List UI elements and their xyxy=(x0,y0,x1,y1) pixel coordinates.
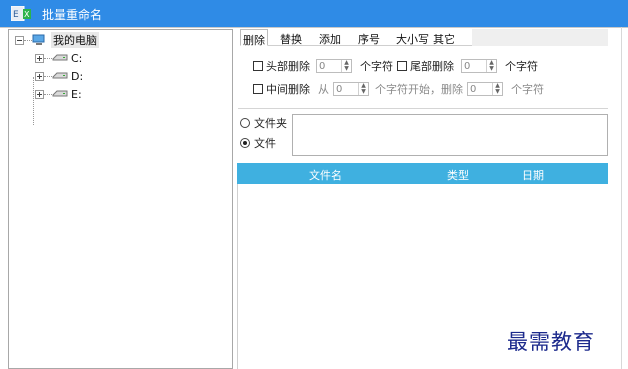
expand-icon[interactable] xyxy=(35,89,44,99)
expand-icon[interactable] xyxy=(35,53,44,63)
drive-icon xyxy=(52,72,68,79)
tree-item-label: 我的电脑 xyxy=(51,32,99,48)
middle-delete-start-text: 个字符开始，删除 xyxy=(375,83,463,96)
tab-delete[interactable]: 删除 xyxy=(240,29,268,47)
folder-radio-label: 文件夹 xyxy=(254,117,287,130)
window-title: 批量重命名 xyxy=(42,8,103,22)
stepper-value: 0 xyxy=(470,83,477,95)
svg-text:X: X xyxy=(24,10,30,19)
tree-item-drive-e[interactable]: E: xyxy=(35,86,82,102)
tree-item-label: D: xyxy=(71,69,84,83)
options-divider xyxy=(238,108,608,109)
tree-item-drive-d[interactable]: D: xyxy=(35,68,83,84)
tail-delete-checkbox[interactable] xyxy=(397,61,407,71)
middle-delete-unit: 个字符 xyxy=(511,83,544,96)
tab-other[interactable]: 其它 xyxy=(433,29,455,46)
column-date[interactable]: 日期 xyxy=(522,167,544,183)
stepper-value: 0 xyxy=(464,60,471,72)
drive-icon xyxy=(52,90,68,97)
file-radio-label: 文件 xyxy=(254,137,276,150)
stepper-arrows-icon[interactable]: ▲ ▼ xyxy=(358,83,368,95)
stepper-value: 0 xyxy=(319,60,326,72)
tree-item-label: C: xyxy=(71,51,83,65)
rename-app-icon: E X xyxy=(11,6,31,21)
column-filename[interactable]: 文件名 xyxy=(309,167,342,183)
tab-replace[interactable]: 替换 xyxy=(280,29,302,46)
computer-icon xyxy=(32,34,45,45)
watermark-text: 最需教育 xyxy=(507,330,595,354)
tail-delete-stepper[interactable]: 0 ▲ ▼ xyxy=(461,59,497,73)
tree-line xyxy=(44,75,52,77)
stepper-arrows-icon[interactable]: ▲ ▼ xyxy=(341,60,351,72)
head-delete-checkbox[interactable] xyxy=(253,61,263,71)
middle-delete-from-label: 从 xyxy=(318,83,329,96)
drive-icon xyxy=(52,54,68,61)
tail-delete-unit: 个字符 xyxy=(505,60,538,73)
file-list-header: 文件名 类型 日期 xyxy=(237,163,608,184)
head-delete-label: 头部删除 xyxy=(266,60,310,73)
stepper-value: 0 xyxy=(336,83,343,95)
column-type[interactable]: 类型 xyxy=(447,167,469,183)
head-delete-row: 头部删除 0 ▲ ▼ 个字符 xyxy=(253,59,393,73)
path-textarea[interactable] xyxy=(292,114,608,156)
tab-add[interactable]: 添加 xyxy=(319,29,341,46)
radio-file-option[interactable]: 文件 xyxy=(240,136,276,150)
tab-strip: 删除 替换 添加 序号 大小写 其它 xyxy=(240,29,608,47)
tab-sequence[interactable]: 序号 xyxy=(358,29,380,46)
head-delete-stepper[interactable]: 0 ▲ ▼ xyxy=(316,59,352,73)
frame-divider xyxy=(0,27,628,28)
title-bar: E X 批量重命名 xyxy=(0,0,628,27)
file-radio[interactable] xyxy=(240,138,250,148)
tree-line xyxy=(24,39,32,41)
tree-item-label: E: xyxy=(71,87,82,101)
head-delete-unit: 个字符 xyxy=(360,60,393,73)
stepper-arrows-icon[interactable]: ▲ ▼ xyxy=(486,60,496,72)
folder-radio[interactable] xyxy=(240,118,250,128)
middle-delete-row: 中间删除 从 0 ▲ ▼ 个字符开始，删除 0 ▲ ▼ 个字符 xyxy=(253,82,544,96)
svg-text:E: E xyxy=(13,10,19,20)
middle-delete-start-stepper[interactable]: 0 ▲ ▼ xyxy=(333,82,369,96)
expand-icon[interactable] xyxy=(35,71,44,81)
tail-delete-label: 尾部删除 xyxy=(410,60,454,73)
stepper-arrows-icon[interactable]: ▲ ▼ xyxy=(492,83,502,95)
frame-right-border xyxy=(621,27,622,369)
tail-delete-row: 尾部删除 0 ▲ ▼ 个字符 xyxy=(397,59,538,73)
tree-connector xyxy=(33,77,34,125)
folder-tree[interactable]: 我的电脑 C: D: E: xyxy=(8,29,233,369)
middle-delete-checkbox[interactable] xyxy=(253,84,263,94)
radio-folder-option[interactable]: 文件夹 xyxy=(240,116,287,130)
tree-line xyxy=(44,93,52,95)
tab-case[interactable]: 大小写 xyxy=(396,29,429,46)
tree-item-drive-c[interactable]: C: xyxy=(35,50,82,66)
tab-strip-background xyxy=(472,29,608,46)
tree-line xyxy=(44,57,52,59)
middle-delete-label: 中间删除 xyxy=(266,83,310,96)
collapse-icon[interactable] xyxy=(15,35,24,45)
tree-item-my-computer[interactable]: 我的电脑 xyxy=(15,32,99,48)
middle-delete-count-stepper[interactable]: 0 ▲ ▼ xyxy=(467,82,503,96)
